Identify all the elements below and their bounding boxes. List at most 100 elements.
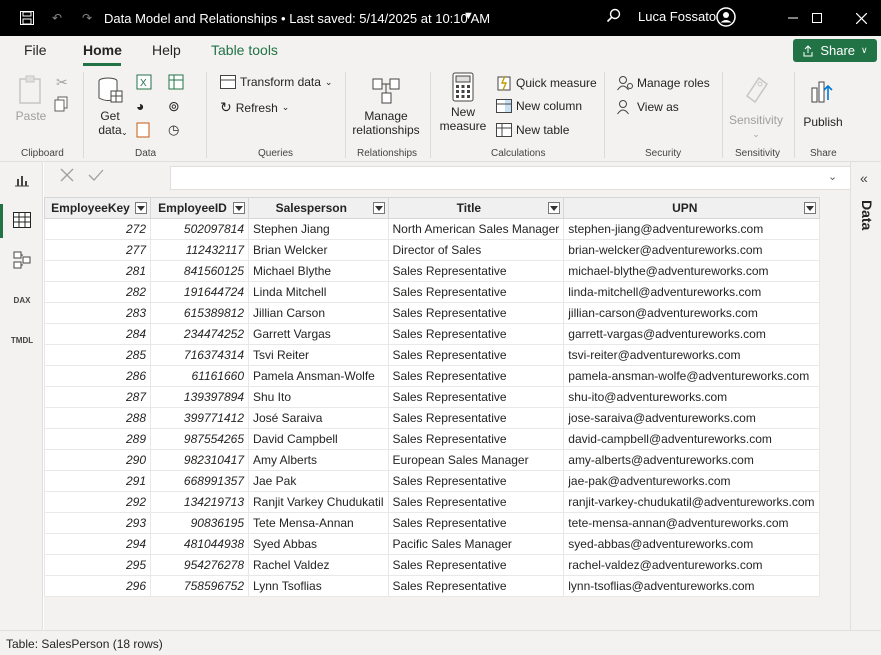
table-cell[interactable]: Amy Alberts — [248, 449, 389, 471]
table-cell[interactable]: brian-welcker@adventureworks.com — [563, 239, 821, 261]
formula-input[interactable] — [170, 166, 881, 190]
table-cell[interactable]: ranjit-varkey-chudukatil@adventureworks.… — [563, 491, 821, 513]
new-table-button[interactable]: New table — [496, 123, 569, 137]
table-row[interactable]: 286 61161660 Pamela Ansman-Wolfe Sales Repr… — [44, 365, 821, 387]
table-cell[interactable]: Brian Welcker — [248, 239, 389, 261]
table-cell[interactable]: 668991357 — [150, 470, 249, 492]
dataverse-icon[interactable]: ◕ — [136, 98, 144, 114]
table-cell[interactable]: 502097814 — [150, 218, 249, 240]
table-cell[interactable]: Sales Representative — [387, 323, 565, 345]
table-cell[interactable]: 285 — [44, 344, 151, 366]
table-cell[interactable]: tsvi-reiter@adventureworks.com — [563, 344, 821, 366]
model-view-icon[interactable] — [12, 250, 32, 270]
column-header-employeekey[interactable]: EmployeeKey — [44, 197, 151, 219]
table-cell[interactable]: Michael Blythe — [248, 260, 389, 282]
manage-roles-button[interactable]: Manage roles — [617, 75, 710, 91]
table-cell[interactable]: 290 — [44, 449, 151, 471]
table-cell[interactable]: Linda Mitchell — [248, 281, 389, 303]
table-cell[interactable]: 134219713 — [150, 491, 249, 513]
table-cell[interactable]: 282 — [44, 281, 151, 303]
table-cell[interactable]: shu-ito@adventureworks.com — [563, 386, 821, 408]
table-cell[interactable]: pamela-ansman-wolfe@adventureworks.com — [563, 365, 821, 387]
table-cell[interactable]: jillian-carson@adventureworks.com — [563, 302, 821, 324]
table-cell[interactable]: 283 — [44, 302, 151, 324]
recent-sources-icon[interactable]: ◷ — [168, 122, 179, 138]
redo-icon[interactable]: ↷ — [78, 9, 96, 27]
table-cell[interactable]: 399771412 — [150, 407, 249, 429]
expand-formula-icon[interactable]: ⌄ — [828, 170, 837, 183]
column-header-employeeid[interactable]: EmployeeID — [150, 197, 249, 219]
table-cell[interactable]: Sales Representative — [387, 470, 565, 492]
table-cell[interactable]: Ranjit Varkey Chudukatil — [248, 491, 389, 513]
table-cell[interactable]: syed-abbas@adventureworks.com — [563, 533, 821, 555]
copy-icon[interactable] — [54, 96, 70, 115]
table-cell[interactable]: david-campbell@adventureworks.com — [563, 428, 821, 450]
table-cell[interactable]: Director of Sales — [387, 239, 565, 261]
table-cell[interactable]: 288 — [44, 407, 151, 429]
table-cell[interactable]: Sales Representative — [387, 344, 565, 366]
refresh-button[interactable]: ↻ Refresh ⌄ — [220, 99, 289, 116]
table-cell[interactable]: Sales Representative — [387, 407, 565, 429]
table-row[interactable]: 289 987554265 David Campbell Sales Represen… — [44, 428, 821, 450]
table-cell[interactable]: José Saraiva — [248, 407, 389, 429]
table-cell[interactable]: European Sales Manager — [387, 449, 565, 471]
transform-data-button[interactable]: Transform data ⌄ — [220, 75, 332, 89]
publish-button[interactable]: Publish — [800, 76, 846, 129]
table-row[interactable]: 272 502097814 Stephen Jiang North American … — [44, 218, 821, 240]
table-cell[interactable]: Sales Representative — [387, 491, 565, 513]
close-icon[interactable] — [838, 0, 881, 36]
table-cell[interactable]: 716374314 — [150, 344, 249, 366]
table-cell[interactable]: Sales Representative — [387, 575, 565, 597]
table-row[interactable]: 295 954276278 Rachel Valdez Sales Represent… — [44, 554, 821, 576]
table-row[interactable]: 292 134219713 Ranjit Varkey Chudukatil Sale… — [44, 491, 821, 513]
table-row[interactable]: 284 234474252 Garrett Vargas Sales Represen… — [44, 323, 821, 345]
table-cell[interactable]: Sales Representative — [387, 365, 565, 387]
table-cell[interactable]: Shu Ito — [248, 386, 389, 408]
report-view-icon[interactable] — [12, 170, 32, 190]
table-cell[interactable]: 272 — [44, 218, 151, 240]
table-cell[interactable]: Sales Representative — [387, 512, 565, 534]
table-cell[interactable]: 287 — [44, 386, 151, 408]
table-cell[interactable]: Sales Representative — [387, 386, 565, 408]
table-cell[interactable]: 987554265 — [150, 428, 249, 450]
table-cell[interactable]: garrett-vargas@adventureworks.com — [563, 323, 821, 345]
table-cell[interactable]: Sales Representative — [387, 302, 565, 324]
table-cell[interactable]: Syed Abbas — [248, 533, 389, 555]
table-cell[interactable]: 295 — [44, 554, 151, 576]
menu-table-tools[interactable]: Table tools — [211, 42, 278, 58]
table-cell[interactable]: jose-saraiva@adventureworks.com — [563, 407, 821, 429]
table-cell[interactable]: 284 — [44, 323, 151, 345]
table-cell[interactable]: Sales Representative — [387, 428, 565, 450]
table-cell[interactable]: 286 — [44, 365, 151, 387]
table-row[interactable]: 288 399771412 José Saraiva Sales Representa… — [44, 407, 821, 429]
table-cell[interactable]: 61161660 — [150, 365, 249, 387]
table-cell[interactable]: tete-mensa-annan@adventureworks.com — [563, 512, 821, 534]
table-cell[interactable]: lynn-tsoflias@adventureworks.com — [563, 575, 821, 597]
table-cell[interactable]: 758596752 — [150, 575, 249, 597]
column-header-title[interactable]: Title — [387, 197, 565, 219]
menu-file[interactable]: File — [24, 42, 47, 58]
table-cell[interactable]: 841560125 — [150, 260, 249, 282]
table-cell[interactable]: 139397894 — [150, 386, 249, 408]
table-cell[interactable]: 112432117 — [150, 239, 249, 261]
filter-dropdown-icon[interactable] — [804, 202, 817, 214]
dataset-icon[interactable] — [168, 74, 184, 93]
table-cell[interactable]: 90836195 — [150, 512, 249, 534]
table-cell[interactable]: 954276278 — [150, 554, 249, 576]
table-cell[interactable]: 289 — [44, 428, 151, 450]
dax-query-view-icon[interactable]: DAX — [12, 290, 32, 310]
sql-server-icon[interactable]: ⊚ — [168, 98, 180, 115]
maximize-icon[interactable] — [794, 0, 840, 36]
table-cell[interactable]: Stephen Jiang — [248, 218, 389, 240]
avatar-icon[interactable] — [716, 7, 736, 30]
table-row[interactable]: 290 982310417 Amy Alberts European Sales Ma… — [44, 449, 821, 471]
table-cell[interactable]: Sales Representative — [387, 260, 565, 282]
enter-data-icon[interactable] — [136, 122, 152, 141]
tmdl-view-icon[interactable]: TMDL — [11, 330, 33, 350]
table-cell[interactable]: 294 — [44, 533, 151, 555]
table-cell[interactable]: Jillian Carson — [248, 302, 389, 324]
table-cell[interactable]: michael-blythe@adventureworks.com — [563, 260, 821, 282]
data-pane[interactable]: « Data — [850, 162, 881, 630]
table-cell[interactable]: 292 — [44, 491, 151, 513]
table-row[interactable]: 277 112432117 Brian Welcker Director of Sal… — [44, 239, 821, 261]
